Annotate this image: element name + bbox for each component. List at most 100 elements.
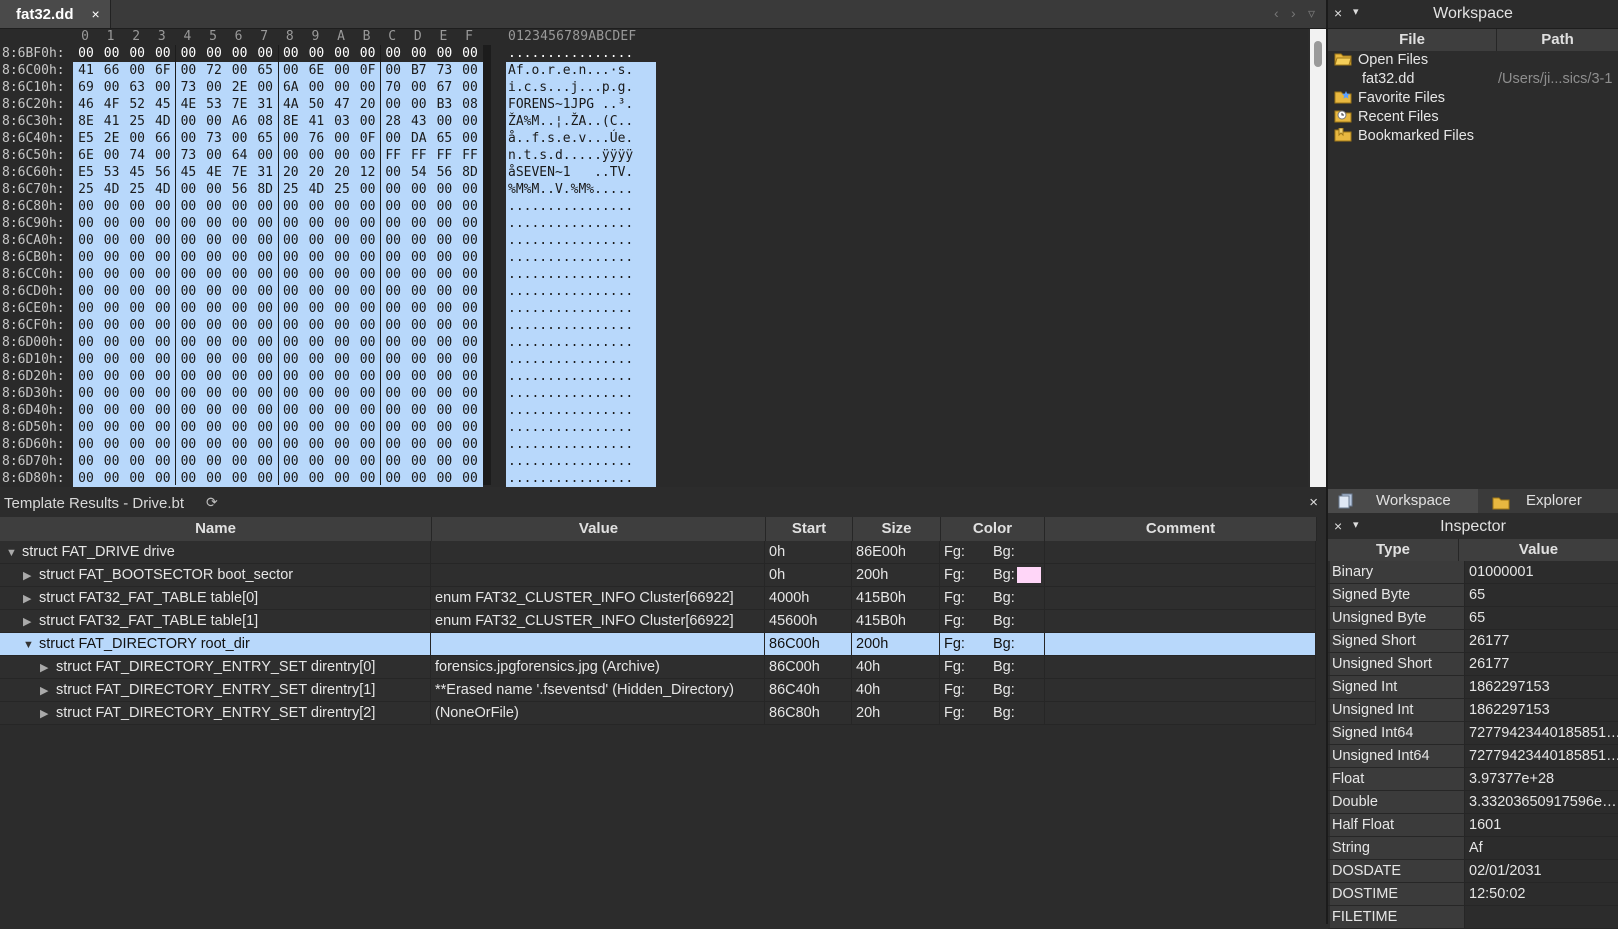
hex-byte[interactable]: 00 xyxy=(380,130,407,147)
hex-byte[interactable]: 00 xyxy=(175,402,202,419)
hex-ascii[interactable]: i.c.s...j...p.g. xyxy=(506,79,656,96)
hex-byte[interactable]: 20 xyxy=(303,164,330,181)
hex-byte[interactable]: 25 xyxy=(124,113,151,130)
hex-byte[interactable]: 00 xyxy=(405,402,432,419)
hex-byte[interactable]: 28 xyxy=(380,113,407,130)
hex-byte[interactable]: 00 xyxy=(431,436,458,453)
hex-byte[interactable]: 00 xyxy=(405,334,432,351)
hex-byte[interactable]: 12 xyxy=(354,164,381,181)
hex-byte[interactable]: 41 xyxy=(98,113,125,130)
hex-byte[interactable]: 00 xyxy=(457,368,483,385)
hex-byte[interactable]: 00 xyxy=(73,402,99,419)
hex-ascii[interactable]: ................ xyxy=(506,385,656,402)
hex-byte[interactable]: 00 xyxy=(201,198,227,215)
hex-byte[interactable]: 00 xyxy=(175,181,202,198)
hex-byte[interactable]: 00 xyxy=(226,317,253,334)
hex-byte[interactable]: 00 xyxy=(98,249,125,266)
inspector-row[interactable]: Signed Short 26177 xyxy=(1328,630,1618,653)
hex-byte[interactable]: 00 xyxy=(329,62,355,79)
hex-byte[interactable]: 00 xyxy=(98,351,125,368)
template-row[interactable]: ▶ struct FAT_BOOTSECTOR boot_sector 0h 200h… xyxy=(0,564,1316,587)
hex-byte[interactable]: 73 xyxy=(201,130,227,147)
hex-ascii[interactable]: ................ xyxy=(506,283,656,300)
hex-byte[interactable]: 00 xyxy=(175,470,202,487)
hex-byte[interactable]: 00 xyxy=(252,232,279,249)
hex-byte[interactable]: 00 xyxy=(354,198,381,215)
hex-byte[interactable]: 00 xyxy=(149,283,176,300)
hex-ascii[interactable]: åSEVEN~1 ..TV. xyxy=(506,164,656,181)
inspector-row[interactable]: Unsigned Int64 7277942344018585153 xyxy=(1328,745,1618,768)
hex-byte[interactable]: 00 xyxy=(73,45,99,62)
hex-byte[interactable]: 00 xyxy=(405,215,432,232)
hex-byte[interactable]: 2E xyxy=(226,79,253,96)
hex-byte[interactable]: 00 xyxy=(329,266,355,283)
hex-byte[interactable]: 00 xyxy=(149,215,176,232)
hex-byte[interactable]: 4F xyxy=(98,96,125,113)
hex-byte[interactable]: 66 xyxy=(98,62,125,79)
hex-byte[interactable]: 00 xyxy=(277,453,304,470)
hex-byte[interactable]: 00 xyxy=(329,334,355,351)
hex-byte[interactable]: 00 xyxy=(252,300,279,317)
inspector-row[interactable]: Unsigned Byte 65 xyxy=(1328,607,1618,630)
hex-byte[interactable]: 00 xyxy=(73,334,99,351)
hex-byte[interactable]: 8E xyxy=(73,113,99,130)
hex-byte[interactable]: 00 xyxy=(303,300,330,317)
hex-byte[interactable]: 00 xyxy=(252,266,279,283)
hex-byte[interactable]: 00 xyxy=(431,266,458,283)
workspace-col-file[interactable]: File xyxy=(1328,29,1497,51)
hex-byte[interactable]: 73 xyxy=(175,147,202,164)
hex-scrollbar-thumb[interactable] xyxy=(1314,41,1322,67)
hex-byte[interactable]: 00 xyxy=(252,453,279,470)
hex-byte[interactable]: DA xyxy=(405,130,432,147)
hex-byte[interactable]: 08 xyxy=(252,113,279,130)
hex-byte[interactable]: 00 xyxy=(73,368,99,385)
hex-byte[interactable]: 00 xyxy=(380,334,407,351)
template-row[interactable]: ▶ struct FAT_DIRECTORY_ENTRY_SET direntry… xyxy=(0,656,1316,679)
hex-byte[interactable]: 00 xyxy=(252,45,278,62)
hex-byte[interactable]: 00 xyxy=(73,300,99,317)
hex-ascii[interactable]: ŽA%M..¦.ŽA..(C.. xyxy=(506,113,656,130)
hex-byte[interactable]: 00 xyxy=(201,249,227,266)
hex-byte[interactable]: 00 xyxy=(354,215,381,232)
inspector-value[interactable]: 65 xyxy=(1465,584,1618,606)
hex-byte[interactable]: 00 xyxy=(380,62,407,79)
hex-byte[interactable]: 00 xyxy=(149,453,176,470)
hex-byte[interactable]: 00 xyxy=(149,147,176,164)
hex-byte[interactable]: 00 xyxy=(380,351,407,368)
hex-byte[interactable]: 00 xyxy=(98,402,125,419)
hex-byte[interactable]: 00 xyxy=(226,130,253,147)
hex-byte[interactable]: 00 xyxy=(201,147,227,164)
hex-ascii[interactable]: n.t.s.d.....ÿÿÿÿ xyxy=(506,147,656,164)
hex-byte[interactable]: 00 xyxy=(252,215,279,232)
inspector-value[interactable]: 01000001 xyxy=(1465,561,1618,583)
hex-byte[interactable]: 00 xyxy=(405,96,432,113)
hex-byte[interactable]: 00 xyxy=(98,232,125,249)
hex-byte[interactable]: 00 xyxy=(303,385,330,402)
hex-byte[interactable]: 00 xyxy=(73,317,99,334)
hex-byte[interactable]: 00 xyxy=(457,300,483,317)
hex-byte[interactable]: 00 xyxy=(201,419,227,436)
file-tab[interactable]: fat32.dd × xyxy=(0,0,111,28)
hex-ascii[interactable]: ................ xyxy=(506,232,656,249)
hex-byte[interactable]: 00 xyxy=(457,402,483,419)
hex-ascii[interactable]: ................ xyxy=(506,249,656,266)
hex-byte[interactable]: 00 xyxy=(175,283,202,300)
hex-byte[interactable]: 00 xyxy=(252,334,279,351)
hex-byte[interactable]: 00 xyxy=(303,351,330,368)
hex-byte[interactable]: 00 xyxy=(124,62,151,79)
inspector-row[interactable]: FILETIME xyxy=(1328,906,1618,929)
hex-byte[interactable]: 00 xyxy=(73,436,99,453)
hex-byte[interactable]: 00 xyxy=(303,334,330,351)
collapsed-arrow-icon[interactable]: ▶ xyxy=(40,657,54,678)
hex-byte[interactable]: 00 xyxy=(124,249,151,266)
hex-byte[interactable]: 00 xyxy=(98,215,125,232)
workspace-folder-item[interactable]: Bookmarked Files xyxy=(1328,127,1618,146)
hex-byte[interactable]: 00 xyxy=(303,283,330,300)
tab-list-icon[interactable]: ▿ xyxy=(1308,5,1315,22)
template-col-comment[interactable]: Comment xyxy=(1045,517,1317,541)
template-results-table[interactable]: ▼ struct FAT_DRIVE drive 0h 86E00h Fg: Bg: ▶ st… xyxy=(0,541,1316,725)
hex-byte[interactable]: 6E xyxy=(73,147,99,164)
hex-byte[interactable]: 66 xyxy=(149,130,176,147)
hex-byte[interactable]: 00 xyxy=(380,181,407,198)
hex-byte[interactable]: 53 xyxy=(98,164,125,181)
